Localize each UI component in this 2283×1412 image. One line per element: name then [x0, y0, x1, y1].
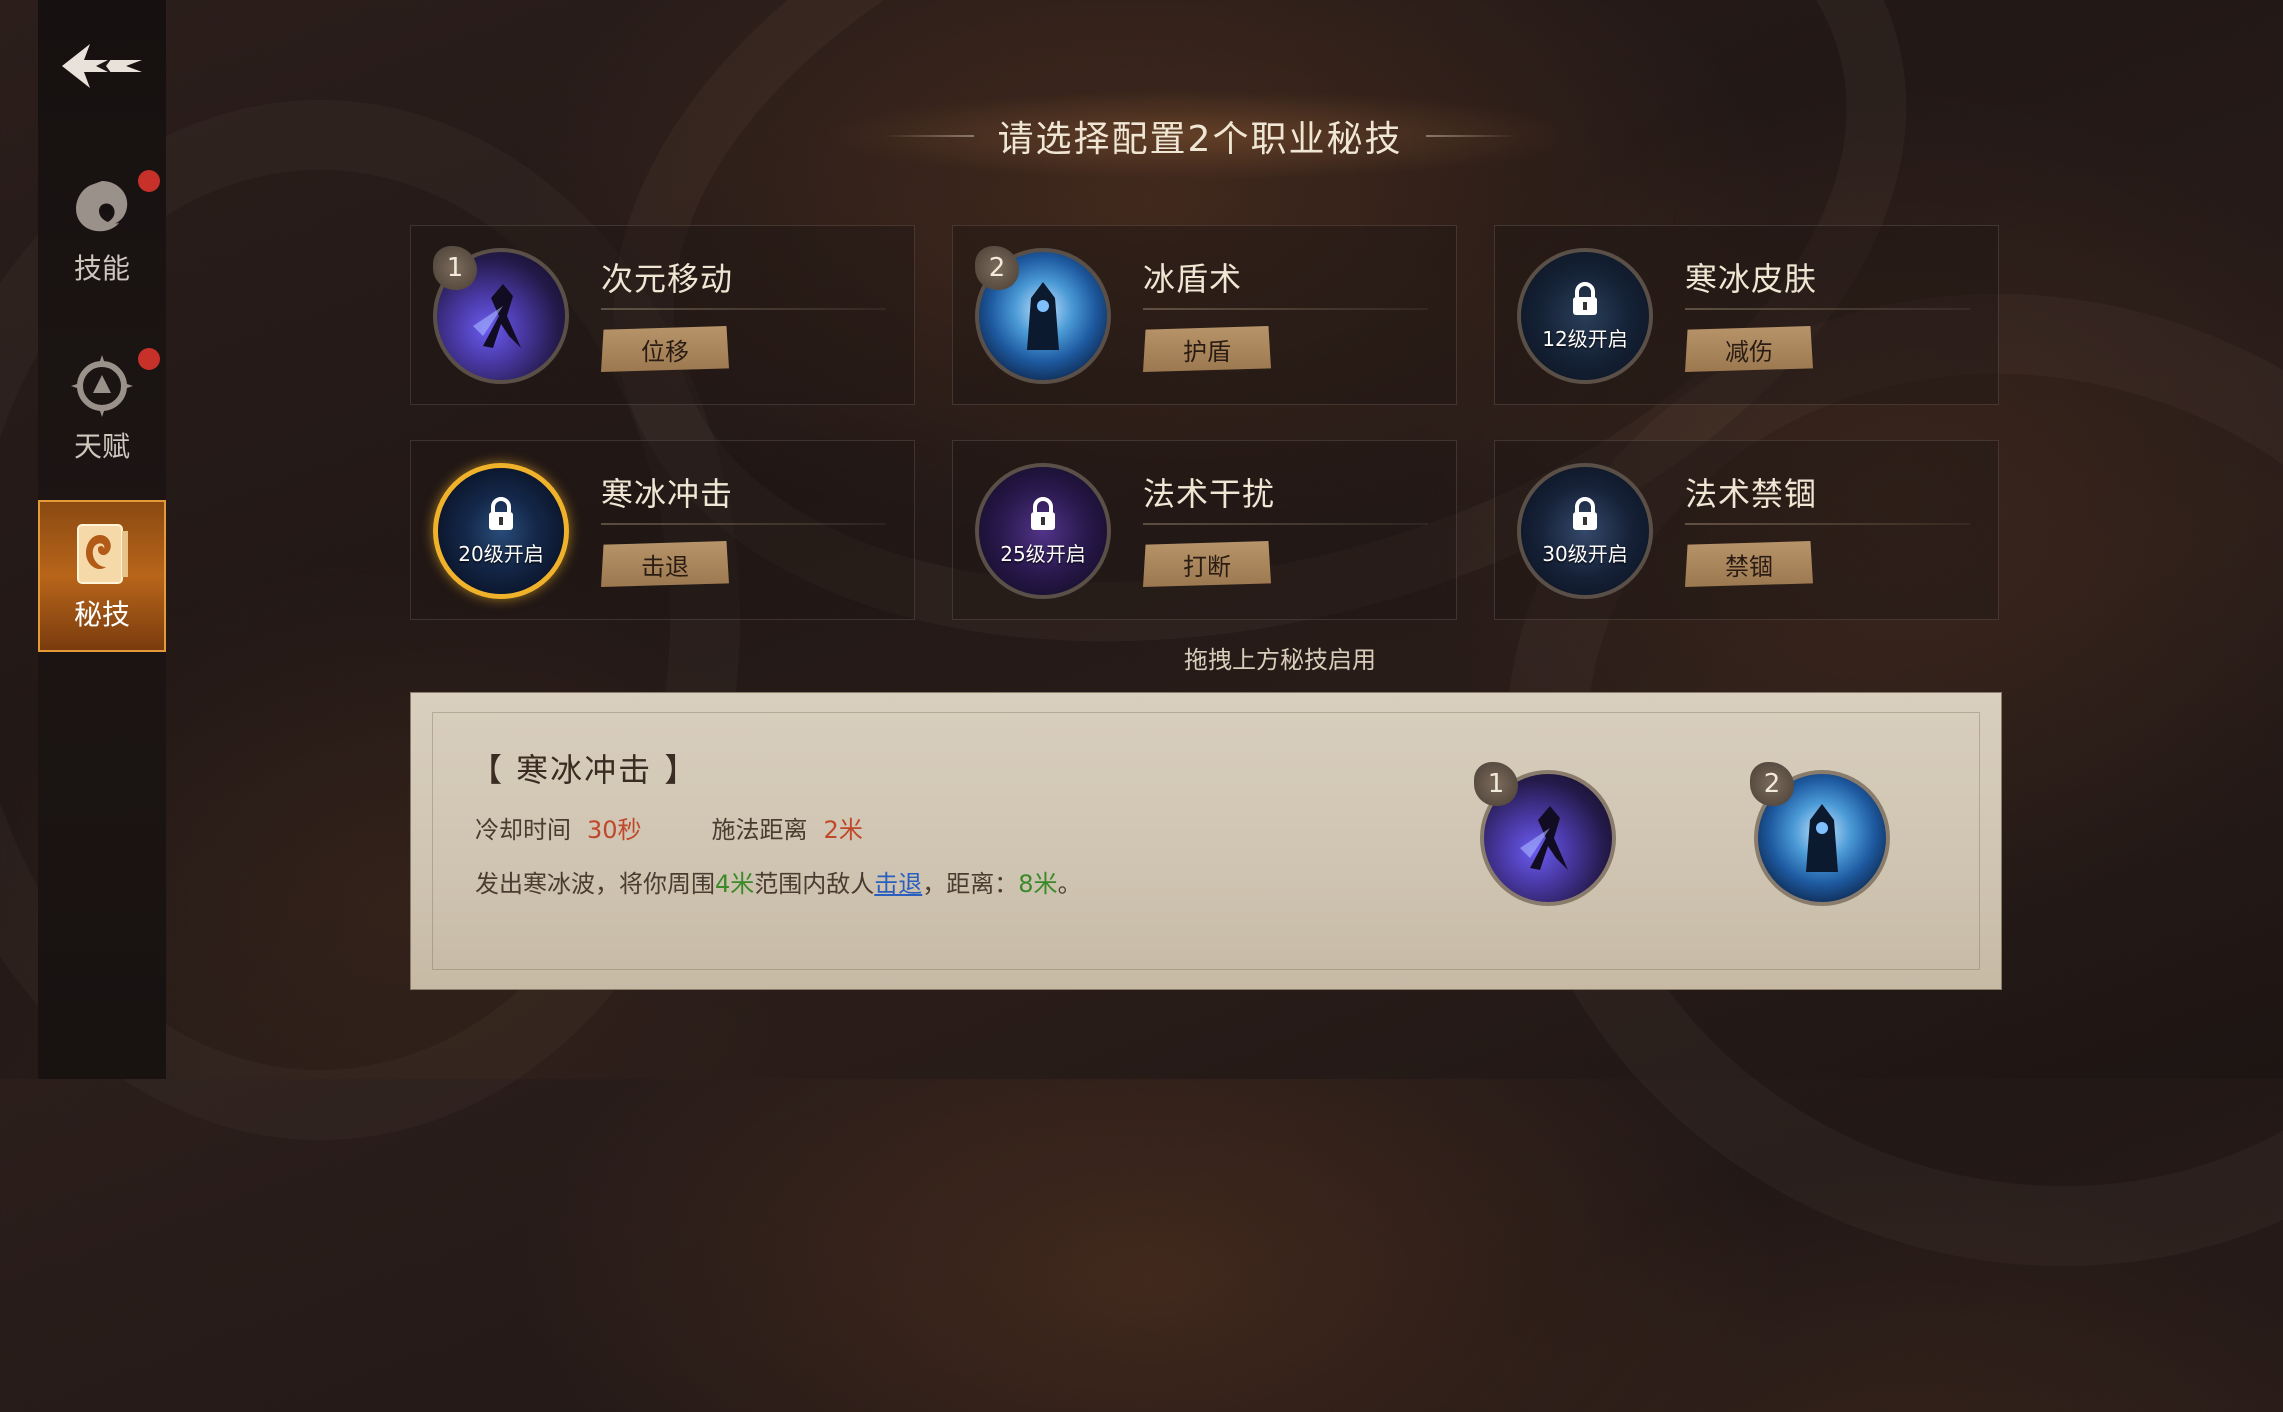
skill-tag: 减伤 [1685, 326, 1813, 372]
mage-figure-icon [1520, 806, 1568, 870]
range-label: 施法距离 [711, 816, 808, 844]
mage-figure-icon [1806, 804, 1838, 872]
skill-tag: 击退 [601, 541, 729, 587]
desc-value: 8米 [1018, 870, 1058, 898]
skill-name: 冰盾术 [1143, 260, 1243, 298]
skill-tag: 打断 [1143, 541, 1271, 587]
desc-value: 4米 [715, 870, 755, 898]
divider [1143, 308, 1428, 310]
lock-icon [1573, 281, 1597, 315]
skill-card-selected[interactable]: 20级开启 寒冰冲击 击退 [410, 440, 915, 620]
cooldown-label: 冷却时间 [475, 816, 571, 844]
unlock-level-text: 12级开启 [1542, 326, 1628, 351]
desc-text: 范围内敌人 [754, 870, 875, 898]
skill-icon-frost-skin[interactable]: 12级开启 [1517, 248, 1653, 384]
skill-name: 法术禁锢 [1685, 475, 1818, 513]
sidebar-item-label: 天赋 [73, 430, 130, 463]
knockback-link[interactable]: 击退 [874, 870, 922, 898]
page-title: 请选择配置2个职业秘技 [997, 119, 1403, 160]
skill-icon-frost-strike[interactable]: 20级开启 [433, 463, 569, 599]
divider [1143, 523, 1428, 525]
header-ornament-left [883, 129, 974, 143]
divider [601, 308, 886, 310]
sidebar-item-talent[interactable]: 天赋 [38, 338, 166, 478]
slot-number-badge: 1 [433, 246, 477, 290]
header-ornament-right [1426, 129, 1517, 143]
lock-icon [489, 496, 513, 530]
detail-description: 发出寒冰波，将你周围4米范围内敌人击退，距离：8米。 [475, 864, 1082, 899]
skill-card[interactable]: 1 次元移动 位移 [410, 225, 915, 405]
skill-name: 法术干扰 [1143, 475, 1276, 513]
divider [1685, 523, 1970, 525]
sidebar-item-skills[interactable]: 技能 [38, 160, 166, 300]
skill-name: 次元移动 [601, 260, 734, 298]
sidebar-item-secret-skill[interactable]: 秘技 [38, 500, 166, 652]
skill-card[interactable]: 12级开启 寒冰皮肤 减伤 [1494, 225, 1999, 405]
skill-card[interactable]: 25级开启 法术干扰 打断 [952, 440, 1457, 620]
unlock-level-text: 30级开启 [1542, 541, 1628, 566]
skill-name: 寒冰冲击 [601, 475, 734, 513]
drag-hint: 拖拽上方秘技启用 [1184, 646, 1376, 674]
unlock-level-text: 20级开启 [458, 541, 544, 566]
skill-card[interactable]: 2 冰盾术 护盾 [952, 225, 1457, 405]
desc-text: 。 [1057, 870, 1082, 898]
secret-book-icon [67, 519, 137, 589]
sidebar-item-label: 技能 [73, 252, 130, 285]
lock-overlay: 12级开启 [1521, 252, 1649, 380]
skill-icon-spell-interrupt[interactable]: 25级开启 [975, 463, 1111, 599]
cooldown-value: 30秒 [587, 816, 642, 844]
back-arrow-icon [62, 44, 142, 88]
mage-figure-icon [473, 284, 521, 348]
skill-tag: 护盾 [1143, 326, 1271, 372]
detail-stats: 冷却时间 30秒 施法距离 2米 [475, 810, 879, 845]
divider [1685, 308, 1970, 310]
unlock-level-text: 25级开启 [1000, 541, 1086, 566]
lock-overlay: 20级开启 [438, 468, 564, 594]
notification-dot [138, 170, 160, 192]
divider [601, 523, 886, 525]
lock-overlay: 25级开启 [979, 467, 1107, 595]
sidebar-item-label: 秘技 [73, 598, 130, 631]
skill-name: 寒冰皮肤 [1685, 260, 1818, 298]
desc-text: ，距离： [922, 870, 1019, 898]
skill-tag: 位移 [601, 326, 729, 372]
lock-overlay: 30级开启 [1521, 467, 1649, 595]
lock-icon [1573, 496, 1597, 530]
lock-icon [1031, 496, 1055, 530]
skill-icon-spell-bind[interactable]: 30级开启 [1517, 463, 1653, 599]
notification-dot [138, 348, 160, 370]
skill-swirl-icon [67, 173, 137, 243]
skill-tag: 禁锢 [1685, 541, 1813, 587]
range-value: 2米 [823, 816, 863, 844]
detail-title: 【 寒冰冲击 】 [470, 751, 699, 789]
skill-card[interactable]: 30级开启 法术禁锢 禁锢 [1494, 440, 1999, 620]
page-header: 请选择配置2个职业秘技 [840, 108, 1560, 164]
slot-number-badge: 2 [1750, 762, 1794, 806]
slot-number-badge: 1 [1474, 762, 1518, 806]
back-button[interactable] [56, 36, 148, 96]
talent-gear-icon [67, 351, 137, 421]
desc-text: 发出寒冰波，将你周围 [475, 870, 715, 898]
mage-figure-icon [1027, 282, 1059, 350]
slot-number-badge: 2 [975, 246, 1019, 290]
